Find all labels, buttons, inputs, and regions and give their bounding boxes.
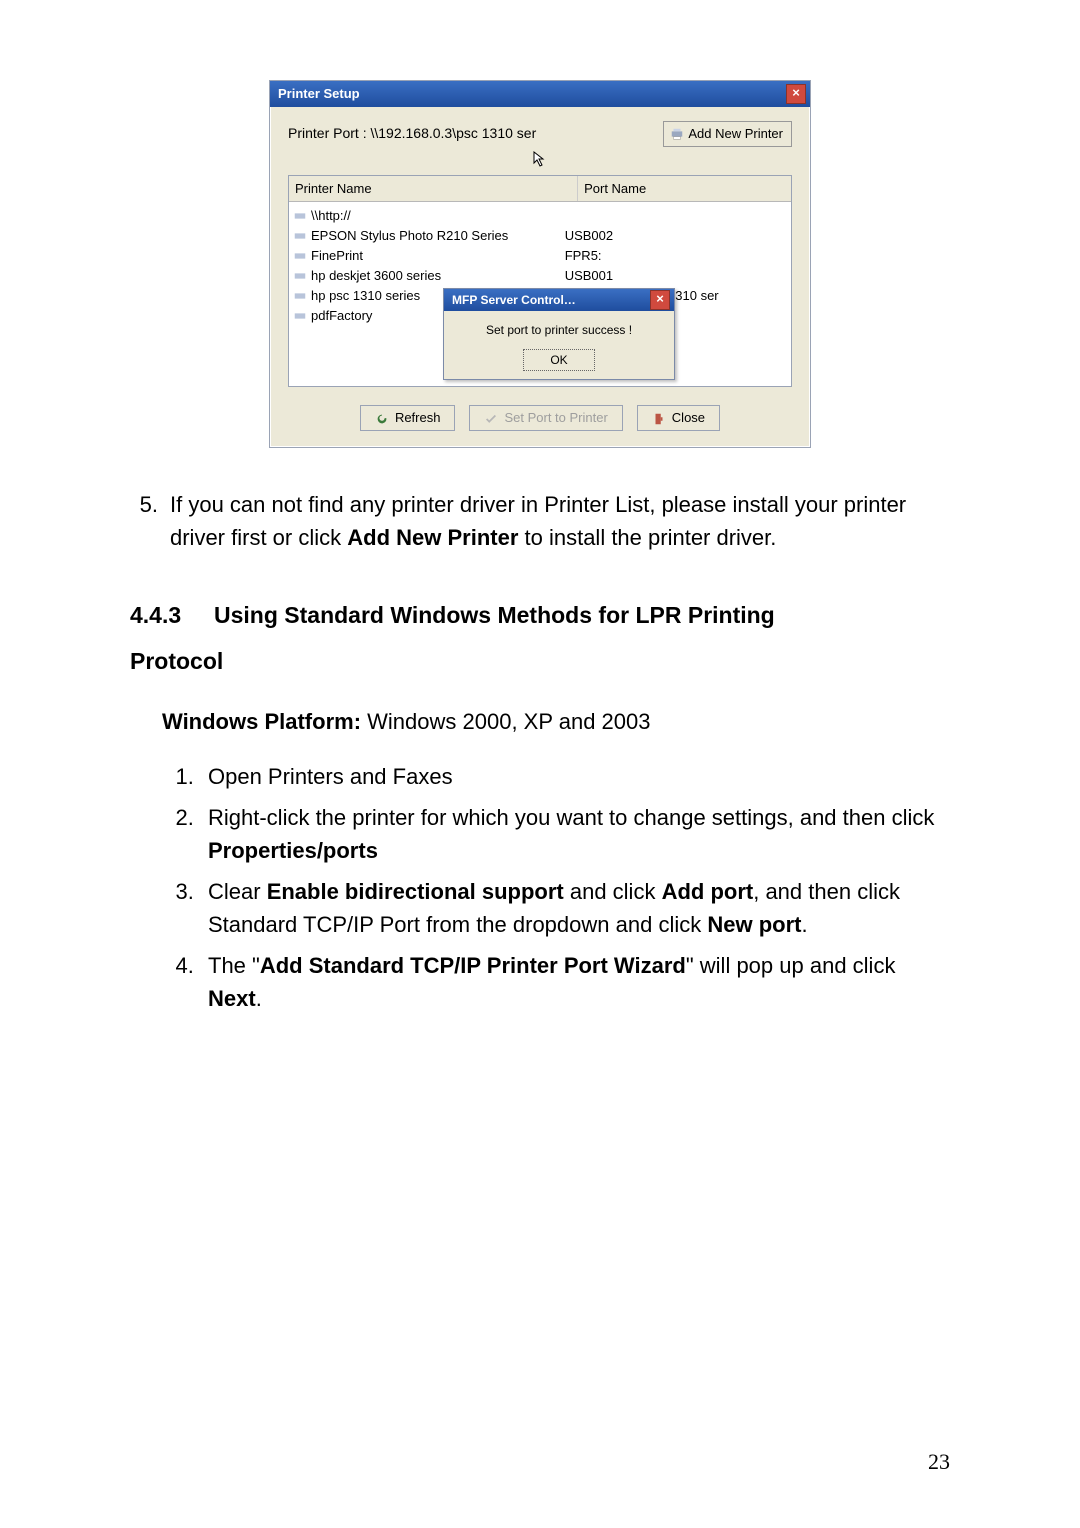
list-item: The "Add Standard TCP/IP Printer Port Wi… [200, 949, 950, 1015]
door-icon [652, 408, 666, 428]
close-icon[interactable]: × [650, 290, 670, 310]
set-port-button: Set Port to Printer [469, 405, 622, 431]
close-icon[interactable]: × [786, 84, 806, 104]
windows-platform: Windows Platform: Windows 2000, XP and 2… [162, 705, 950, 738]
refresh-icon [375, 408, 389, 428]
confirmation-popup: MFP Server Control… × Set port to printe… [443, 288, 675, 380]
refresh-button[interactable]: Refresh [360, 405, 456, 431]
section-heading: 4.4.3Using Standard Windows Methods for … [130, 598, 950, 633]
titlebar: Printer Setup × [270, 81, 810, 107]
printer-icon [293, 209, 307, 223]
popup-message: Set port to printer success ! [454, 321, 664, 339]
step-5: 5. If you can not find any printer drive… [130, 488, 950, 554]
check-icon [484, 408, 498, 428]
list-item: Right-click the printer for which you wa… [200, 801, 950, 867]
table-row[interactable]: EPSON Stylus Photo R210 Series USB002 [293, 226, 787, 246]
table-row[interactable]: hp deskjet 3600 series USB001 [293, 266, 787, 286]
close-button[interactable]: Close [637, 405, 720, 431]
protocol-heading: Protocol [130, 644, 950, 679]
instruction-list: Open Printers and Faxes Right-click the … [200, 760, 950, 1015]
page-number: 23 [928, 1445, 950, 1478]
window-title: Printer Setup [278, 84, 360, 104]
cursor-icon [532, 151, 548, 173]
printer-icon [293, 269, 307, 283]
list-item: Open Printers and Faxes [200, 760, 950, 793]
ok-button[interactable]: OK [523, 349, 594, 371]
printer-icon [670, 127, 684, 141]
printer-icon [293, 289, 307, 303]
printer-port-label: Printer Port : \\192.168.0.3\psc 1310 se… [288, 123, 536, 144]
add-new-printer-button[interactable]: Add New Printer [663, 121, 792, 147]
printer-setup-window: Printer Setup × Printer Port : \\192.168… [269, 80, 811, 448]
list-item: Clear Enable bidirectional support and c… [200, 875, 950, 941]
printer-icon [293, 229, 307, 243]
table-row[interactable]: FinePrint FPR5: [293, 246, 787, 266]
popup-title: MFP Server Control… [452, 291, 576, 309]
col-printer-name: Printer Name [289, 176, 578, 202]
col-port-name: Port Name [578, 176, 791, 202]
table-row[interactable]: \\http:// [293, 206, 787, 226]
printer-table: Printer Name Port Name \\http:// EPSON S… [288, 175, 792, 388]
printer-icon [293, 249, 307, 263]
printer-icon [293, 309, 307, 323]
